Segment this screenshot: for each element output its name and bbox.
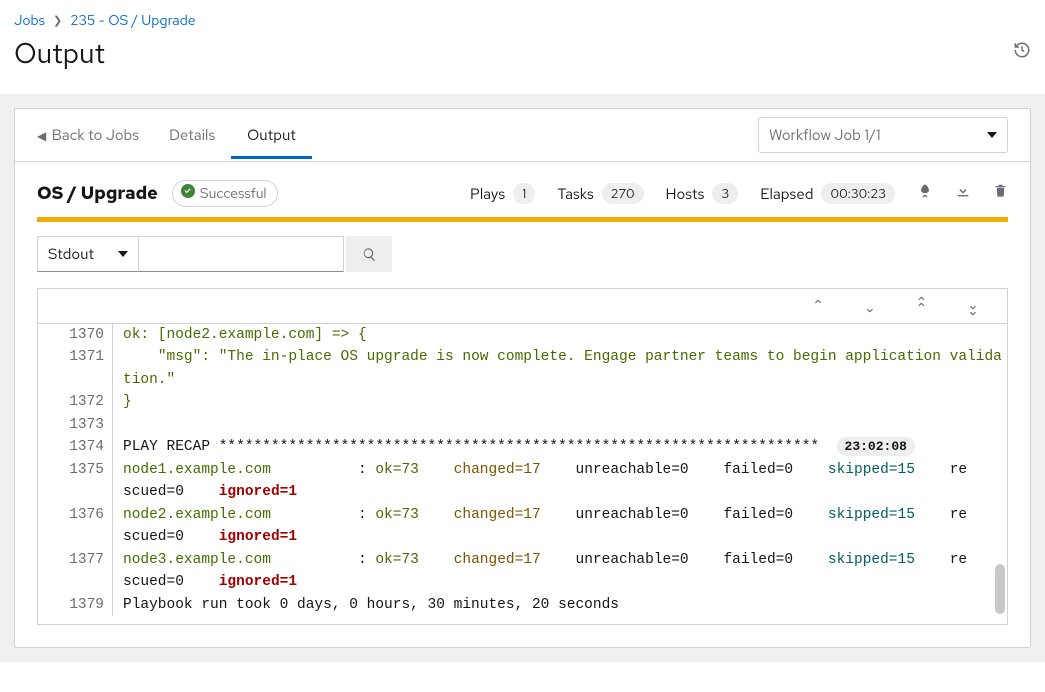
log-line: node1.example.com : ok=73 changed=17 unr… [113, 459, 1007, 481]
elapsed-label: Elapsed [760, 184, 813, 204]
line-number: 1373 [38, 414, 113, 436]
scrollbar-thumb[interactable] [995, 564, 1005, 614]
line-number [38, 481, 113, 503]
hosts-label: Hosts [666, 184, 705, 204]
output-panel: ⌃ ⌃ ⌃⌃ ⌃⌃ 1370ok: [node2.example.com] =>… [37, 288, 1008, 625]
timestamp-badge: 23:02:08 [837, 437, 915, 456]
elapsed-value: 00:30:23 [821, 183, 895, 204]
job-card: ◀ Back to Jobs Details Output Workflow J… [14, 108, 1031, 648]
log-line: scued=0 ignored=1 [113, 571, 1007, 593]
double-chevron-up-icon[interactable]: ⌃⌃ [916, 300, 928, 312]
content-area: ◀ Back to Jobs Details Output Workflow J… [0, 94, 1045, 662]
workflow-select-label: Workflow Job 1/1 [769, 125, 881, 145]
line-number [38, 571, 113, 593]
check-circle-icon [181, 184, 195, 203]
log-line: } [113, 391, 1007, 413]
chevron-up-icon[interactable]: ⌃ [812, 297, 824, 315]
rocket-icon[interactable] [917, 183, 933, 204]
line-number: 1374 [38, 436, 113, 458]
plays-count: 1 [513, 183, 535, 204]
chevron-right-icon: ❯ [53, 14, 62, 28]
page-title: Output [14, 34, 105, 72]
line-number: 1370 [38, 324, 113, 346]
plays-label: Plays [470, 184, 505, 204]
line-number: 1376 [38, 504, 113, 526]
line-number: 1379 [38, 594, 113, 616]
workflow-job-select[interactable]: Workflow Job 1/1 [758, 117, 1008, 153]
breadcrumb: Jobs ❯ 235 - OS / Upgrade [14, 12, 1031, 30]
status-label: Successful [200, 185, 267, 203]
toolbar: Stdout [15, 222, 1030, 286]
page-header: Jobs ❯ 235 - OS / Upgrade Output [0, 0, 1045, 94]
double-chevron-down-icon[interactable]: ⌃⌃ [967, 300, 979, 312]
back-link-label: Back to Jobs [52, 125, 139, 145]
log-line: node2.example.com : ok=73 changed=17 unr… [113, 504, 1007, 526]
line-number [38, 526, 113, 548]
line-number: 1372 [38, 391, 113, 413]
line-number: 1371 [38, 346, 113, 391]
log-line [113, 414, 1007, 436]
tab-output[interactable]: Output [231, 111, 312, 159]
log-line: "msg": "The in-place OS upgrade is now c… [113, 346, 1007, 391]
tasks-stat: Tasks 270 [557, 183, 643, 204]
log-line: PLAY RECAP *****************************… [113, 436, 1007, 458]
log-line: ok: [node2.example.com] => { [113, 324, 1007, 346]
search-input[interactable] [139, 236, 344, 272]
trash-icon[interactable] [993, 183, 1008, 204]
back-to-jobs-link[interactable]: ◀ Back to Jobs [37, 109, 153, 161]
history-icon[interactable] [1013, 41, 1031, 65]
chevron-down-icon[interactable]: ⌃ [864, 297, 876, 315]
line-number: 1377 [38, 549, 113, 571]
log-line: node3.example.com : ok=73 changed=17 unr… [113, 549, 1007, 571]
caret-down-icon [118, 249, 128, 259]
hosts-stat: Hosts 3 [666, 183, 739, 204]
job-title: OS / Upgrade [37, 182, 158, 205]
log-line: scued=0 ignored=1 [113, 481, 1007, 503]
log-line: Playbook run took 0 days, 0 hours, 30 mi… [113, 594, 1007, 616]
hosts-count: 3 [712, 183, 738, 204]
tab-details[interactable]: Details [153, 111, 231, 159]
breadcrumb-root[interactable]: Jobs [14, 12, 45, 30]
log-line: scued=0 ignored=1 [113, 526, 1007, 548]
search-button[interactable] [346, 236, 392, 272]
status-badge: Successful [172, 180, 278, 207]
line-number: 1375 [38, 459, 113, 481]
filter-dropdown[interactable]: Stdout [37, 236, 139, 272]
card-top-bar: ◀ Back to Jobs Details Output Workflow J… [15, 109, 1030, 162]
filter-label: Stdout [48, 244, 94, 264]
elapsed-stat: Elapsed 00:30:23 [760, 183, 895, 204]
output-body[interactable]: 1370ok: [node2.example.com] => { 1371 "m… [38, 324, 1007, 624]
tasks-label: Tasks [557, 184, 594, 204]
caret-down-icon [987, 130, 997, 140]
plays-stat: Plays 1 [470, 183, 535, 204]
download-icon[interactable] [955, 183, 971, 204]
job-status-bar: OS / Upgrade Successful Plays1 Tasks270 … [15, 162, 1030, 217]
breadcrumb-item[interactable]: 235 - OS / Upgrade [70, 12, 195, 30]
output-nav-bar: ⌃ ⌃ ⌃⌃ ⌃⌃ [38, 289, 1007, 324]
caret-left-icon: ◀ [37, 128, 46, 144]
search-icon [362, 247, 377, 262]
tasks-count: 270 [602, 183, 644, 204]
